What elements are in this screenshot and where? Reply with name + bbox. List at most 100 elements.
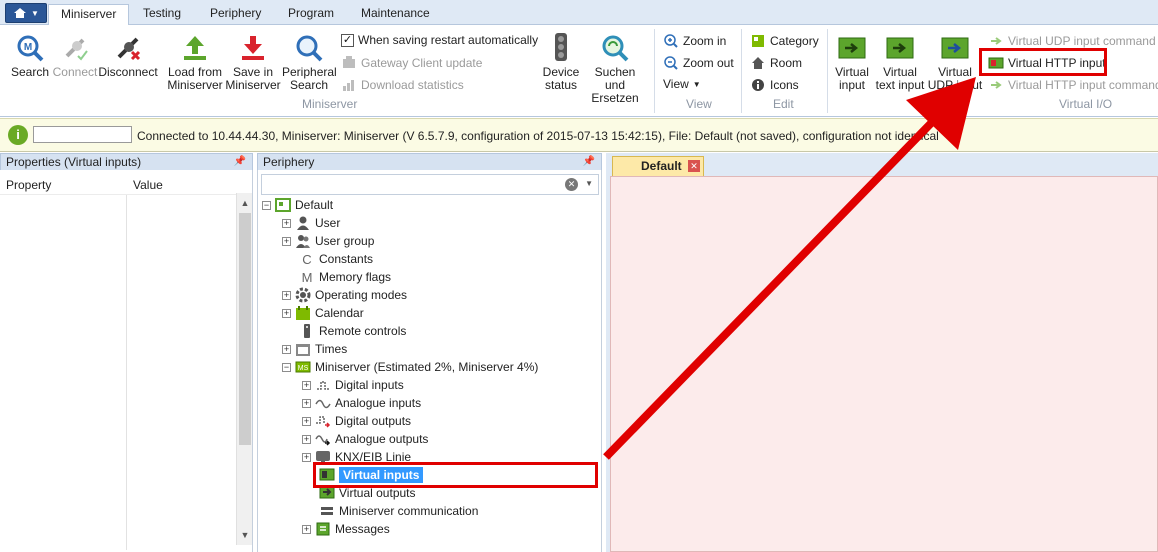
virtual-outputs-icon xyxy=(319,486,335,499)
zoom-in-button[interactable]: Zoom in xyxy=(663,33,726,49)
virtual-http-input-button[interactable]: Virtual HTTP input xyxy=(988,55,1106,71)
virtual-input-button[interactable]: Virtual input xyxy=(831,33,873,92)
load-from-miniserver-button[interactable]: Load from Miniserver xyxy=(166,33,224,92)
tree-item-remote-controls[interactable]: Remote controls xyxy=(295,322,406,340)
tree-item-miniserver[interactable]: − MS Miniserver (Estimated 2%, Miniserve… xyxy=(282,358,538,376)
periphery-search-input[interactable]: ✕ ▼ xyxy=(261,174,599,195)
tab-periphery[interactable]: Periphery xyxy=(198,4,273,25)
tree-item-digital-inputs[interactable]: + Digital inputs xyxy=(302,376,404,394)
tree-item-knx[interactable]: + KNX/EIB Linie xyxy=(302,448,411,466)
disconnect-button[interactable]: Disconnect xyxy=(98,33,158,79)
scroll-up-icon[interactable]: ▲ xyxy=(237,195,253,211)
traffic-light-icon xyxy=(555,33,567,61)
tree-item-messages[interactable]: + Messages xyxy=(302,520,390,538)
tab-testing[interactable]: Testing xyxy=(131,4,193,25)
tree-item-user[interactable]: + User xyxy=(282,214,340,232)
search-replace-label: Suchen und Ersetzen xyxy=(591,65,639,105)
tree-label: Calendar xyxy=(315,306,364,320)
chevron-down-icon[interactable]: ▼ xyxy=(585,179,593,188)
scroll-down-icon[interactable]: ▼ xyxy=(237,527,253,543)
virtual-udp-input-button[interactable]: Virtual UDP input xyxy=(927,33,983,92)
tree-item-analogue-inputs[interactable]: + Analogue inputs xyxy=(302,394,421,412)
expand-icon[interactable]: + xyxy=(302,380,311,390)
search-replace-icon xyxy=(602,35,629,62)
search-button[interactable]: M Search xyxy=(8,33,52,79)
restart-checkbox-label: When saving restart automatically xyxy=(358,33,539,47)
virtual-text-input-icon xyxy=(886,37,914,59)
tree-item-user-group[interactable]: + User group xyxy=(282,232,374,250)
tree-item-digital-outputs[interactable]: + Digital outputs xyxy=(302,412,411,430)
collapse-icon[interactable]: − xyxy=(262,200,271,210)
tree-item-operating-modes[interactable]: + Operating modes xyxy=(282,286,407,304)
scroll-thumb[interactable] xyxy=(239,213,251,445)
connect-button[interactable]: Connect xyxy=(52,33,98,79)
tree-item-constants[interactable]: C Constants xyxy=(295,250,373,268)
search-replace-button[interactable]: Suchen und Ersetzen xyxy=(583,33,647,105)
expand-icon[interactable]: + xyxy=(282,236,291,246)
tab-program[interactable]: Program xyxy=(276,4,346,25)
tree-item-calendar[interactable]: + Calendar xyxy=(282,304,364,322)
virtual-http-command-button[interactable]: Virtual HTTP input command xyxy=(988,77,1158,93)
document-tab-default[interactable]: Default ✕ xyxy=(612,156,704,176)
expand-icon[interactable]: + xyxy=(302,452,311,462)
property-column-header[interactable]: Property xyxy=(6,178,51,192)
tree-item-times[interactable]: + Times xyxy=(282,340,347,358)
peripheral-search-button[interactable]: Peripheral Search xyxy=(282,33,337,92)
pin-icon[interactable]: 📌 xyxy=(583,154,595,170)
gear-icon xyxy=(295,287,311,303)
collapse-icon[interactable]: − xyxy=(282,362,291,372)
view-dropdown[interactable]: View ▼ xyxy=(663,77,701,91)
tree-item-default[interactable]: − Default xyxy=(262,196,333,214)
gateway-icon xyxy=(343,56,355,68)
virtual-udp-command-button[interactable]: Virtual UDP input command xyxy=(988,33,1156,49)
tree-item-virtual-inputs[interactable]: Virtual inputs xyxy=(315,466,424,484)
gateway-update-button[interactable]: Gateway Client update xyxy=(341,55,482,71)
tree-label: Constants xyxy=(319,252,374,266)
expand-icon[interactable]: + xyxy=(282,218,291,228)
save-in-miniserver-button[interactable]: Save in Miniserver xyxy=(224,33,282,92)
tree-item-memory-flags[interactable]: M Memory flags xyxy=(295,268,391,286)
tab-maintenance[interactable]: Maintenance xyxy=(349,4,442,25)
zoom-out-icon xyxy=(664,56,678,70)
expand-icon[interactable]: + xyxy=(302,524,311,534)
properties-scrollbar[interactable]: ▲ ▼ xyxy=(236,193,252,545)
icons-label: Icons xyxy=(770,78,799,92)
expand-icon[interactable]: + xyxy=(282,290,291,300)
close-icon[interactable]: ✕ xyxy=(688,160,700,172)
device-status-label: Device status xyxy=(542,65,580,92)
group-label-view: View xyxy=(686,97,712,111)
statistics-icon xyxy=(343,80,354,91)
virtual-text-input-button[interactable]: Virtual text input xyxy=(873,33,927,92)
zoom-out-button[interactable]: Zoom out xyxy=(663,55,734,71)
user-group-icon xyxy=(296,235,310,248)
tree-label: KNX/EIB Linie xyxy=(335,450,412,464)
category-label: Category xyxy=(770,34,819,48)
zoom-in-icon xyxy=(664,34,678,48)
restart-checkbox-row[interactable]: ✓ When saving restart automatically xyxy=(341,33,538,47)
app-menu-button[interactable]: ▼ xyxy=(5,3,47,23)
program-canvas[interactable] xyxy=(610,176,1158,552)
virtual-http-input-label: Virtual HTTP input xyxy=(1008,56,1106,70)
messages-icon xyxy=(316,522,330,536)
tab-miniserver[interactable]: Miniserver xyxy=(48,4,130,26)
category-icon xyxy=(752,35,764,47)
category-button[interactable]: Category xyxy=(750,33,819,49)
expand-icon[interactable]: + xyxy=(302,398,311,408)
value-column-header[interactable]: Value xyxy=(133,178,163,192)
clear-icon[interactable]: ✕ xyxy=(565,178,578,191)
room-button[interactable]: Room xyxy=(750,55,802,71)
tree-label: Miniserver (Estimated 2%, Miniserver 4%) xyxy=(315,360,539,374)
project-icon xyxy=(275,198,291,212)
expand-icon[interactable]: + xyxy=(302,434,311,444)
tree-item-miniserver-communication[interactable]: Miniserver communication xyxy=(315,502,478,520)
tree-item-virtual-outputs[interactable]: Virtual outputs xyxy=(315,484,416,502)
download-statistics-button[interactable]: Download statistics xyxy=(341,77,464,93)
expand-icon[interactable]: + xyxy=(302,416,311,426)
expand-icon[interactable]: + xyxy=(282,308,291,318)
pin-icon[interactable]: 📌 xyxy=(234,154,246,170)
restart-checkbox[interactable]: ✓ xyxy=(341,33,354,47)
tree-item-analogue-outputs[interactable]: + Analogue outputs xyxy=(302,430,428,448)
icons-button[interactable]: Icons xyxy=(750,77,799,93)
device-status-button[interactable]: Device status xyxy=(541,33,581,92)
expand-icon[interactable]: + xyxy=(282,344,291,354)
